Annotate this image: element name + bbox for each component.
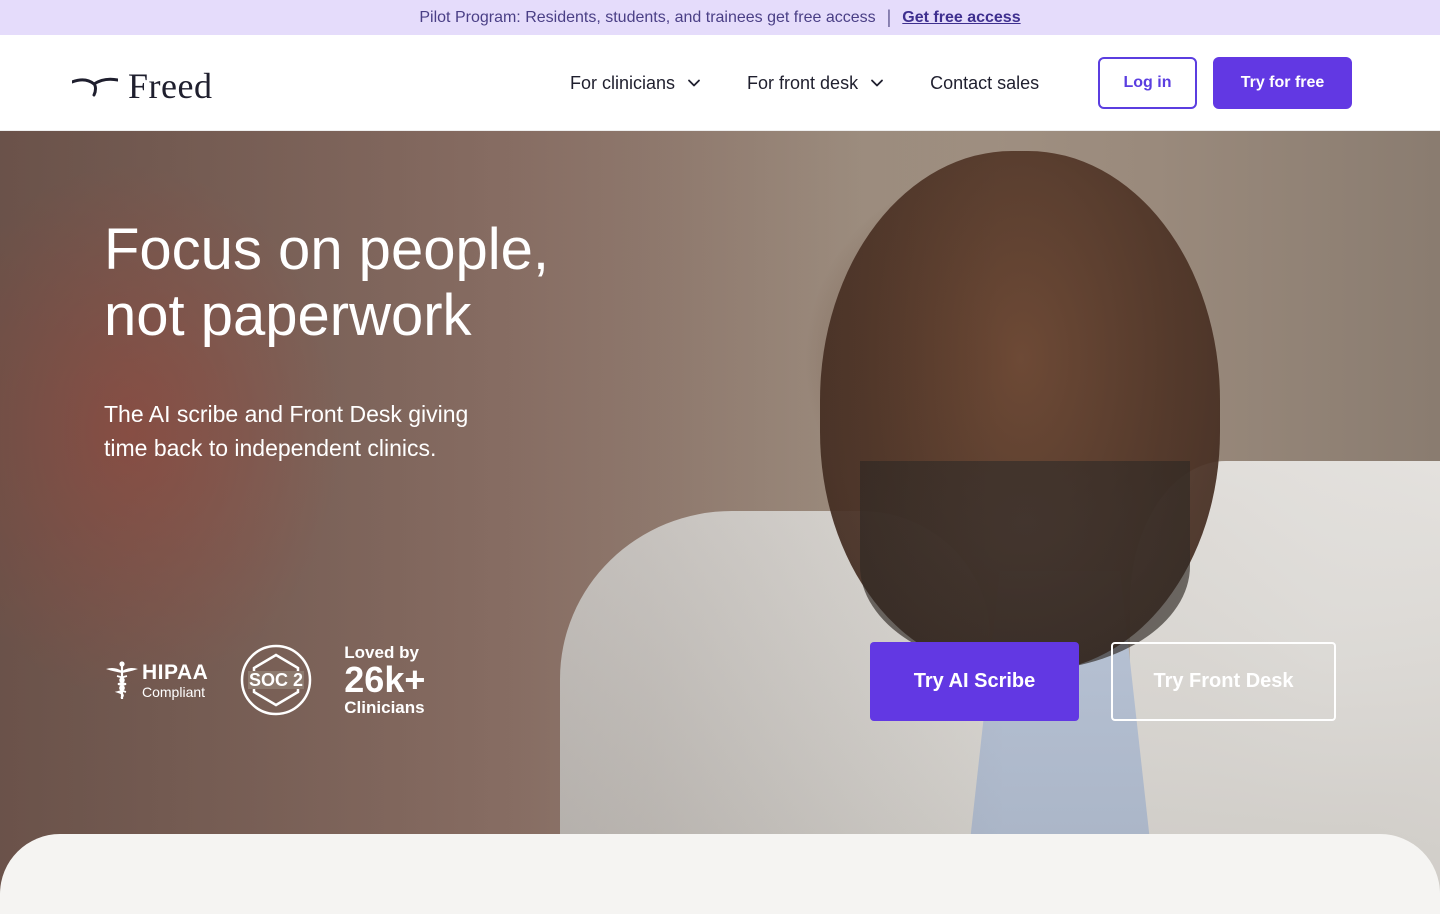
hero-subtitle-line1: The AI scribe and Front Desk giving [104,401,469,427]
hero-title: Focus on people, not paperwork [104,217,664,349]
logo-text: Freed [128,66,213,106]
nav-for-clinicians[interactable]: For clinicians [570,73,701,94]
clinicians-label: Clinicians [344,698,425,717]
announcement-separator: | [886,7,892,27]
announcement-text: Pilot Program: Residents, students, and … [419,8,876,26]
log-in-button[interactable]: Log in [1098,57,1197,109]
freed-logo[interactable]: Freed [72,65,212,107]
hipaa-subtitle: Compliant [142,683,206,700]
announcement-bar: Pilot Program: Residents, students, and … [0,0,1440,35]
get-free-access-link[interactable]: Get free access [902,9,1020,27]
trust-badges: HIPAA Compliant SOC 2 Loved by 26k+ Clin… [104,644,425,716]
nav-for-clinicians-label: For clinicians [570,72,676,93]
nav-contact-sales-label: Contact sales [930,72,1040,93]
hero-section: Focus on people, not paperwork The AI sc… [0,131,1440,900]
nav-for-front-desk[interactable]: For front desk [747,73,884,94]
hipaa-title: HIPAA [142,660,209,684]
hero-subtitle-line2: time back to independent clinics. [104,435,437,461]
hero-subtitle: The AI scribe and Front Desk giving time… [104,397,544,465]
clinician-count: 26k+ [344,659,426,700]
soc2-label: SOC 2 [249,670,303,690]
try-front-desk-button[interactable]: Try Front Desk [1111,642,1336,721]
chevron-down-icon [688,79,700,87]
hero-title-line2: not paperwork [104,283,472,348]
main-nav: For clinicians For front desk Contact sa… [570,35,1039,131]
try-ai-scribe-button[interactable]: Try AI Scribe [870,642,1079,721]
caduceus-icon [106,661,138,699]
hipaa-badge: HIPAA Compliant [104,659,208,701]
loved-by-badge: Loved by 26k+ Clinicians [344,644,425,716]
soc2-badge: SOC 2 [241,644,312,716]
hero-title-line1: Focus on people, [104,217,549,282]
nav-contact-sales[interactable]: Contact sales [930,73,1039,94]
chevron-down-icon [871,79,883,87]
try-for-free-button[interactable]: Try for free [1213,57,1352,109]
next-section-edge [0,834,1440,914]
nav-for-front-desk-label: For front desk [747,72,859,93]
freed-logo-icon [72,77,118,97]
site-header: Freed For clinicians For front desk Cont… [0,35,1440,131]
